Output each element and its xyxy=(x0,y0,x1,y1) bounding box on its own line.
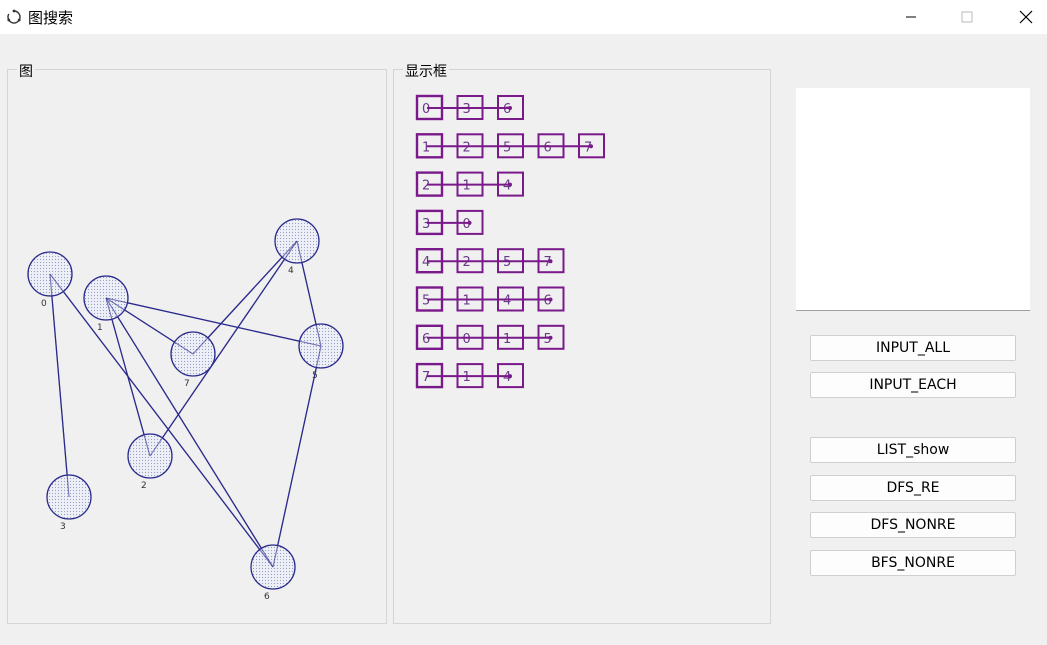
adjacency-row-0: 036 xyxy=(415,94,524,121)
svg-text:2: 2 xyxy=(463,255,471,270)
list-show-button[interactable]: LIST_show xyxy=(810,437,1016,463)
svg-text:5: 5 xyxy=(503,255,511,270)
svg-text:6: 6 xyxy=(422,332,430,347)
output-panel xyxy=(796,88,1030,311)
adjacency-row-1: 12567 xyxy=(415,133,605,159)
svg-text:5: 5 xyxy=(503,140,511,155)
svg-text:4: 4 xyxy=(503,294,511,309)
svg-text:2: 2 xyxy=(463,140,471,155)
dfs-re-button[interactable]: DFS_RE xyxy=(810,475,1016,501)
svg-text:3: 3 xyxy=(463,102,471,117)
adjacency-row-6: 6015 xyxy=(415,324,565,350)
svg-text:0: 0 xyxy=(422,102,430,117)
input-all-button[interactable]: INPUT_ALL xyxy=(810,335,1016,361)
svg-text:7: 7 xyxy=(422,370,430,385)
adjacency-row-2: 214 xyxy=(415,171,524,197)
adjacency-row-4: 4257 xyxy=(415,247,565,274)
svg-text:5: 5 xyxy=(422,294,430,309)
svg-text:1: 1 xyxy=(503,332,511,347)
input-each-button[interactable]: INPUT_EACH xyxy=(810,372,1016,398)
svg-text:0: 0 xyxy=(463,332,471,347)
svg-text:1: 1 xyxy=(463,370,471,385)
svg-text:3: 3 xyxy=(422,217,430,232)
svg-text:1: 1 xyxy=(463,294,471,309)
svg-text:2: 2 xyxy=(422,179,430,194)
adjacency-row-5: 5146 xyxy=(415,286,565,312)
svg-text:1: 1 xyxy=(463,179,471,194)
bfs-nonre-button[interactable]: BFS_NONRE xyxy=(810,550,1016,576)
svg-text:6: 6 xyxy=(544,140,552,155)
svg-text:4: 4 xyxy=(422,255,430,270)
svg-text:1: 1 xyxy=(422,140,430,155)
adjacency-row-7: 714 xyxy=(415,362,524,389)
adjacency-row-3: 30 xyxy=(415,209,484,236)
dfs-nonre-button[interactable]: DFS_NONRE xyxy=(810,512,1016,538)
